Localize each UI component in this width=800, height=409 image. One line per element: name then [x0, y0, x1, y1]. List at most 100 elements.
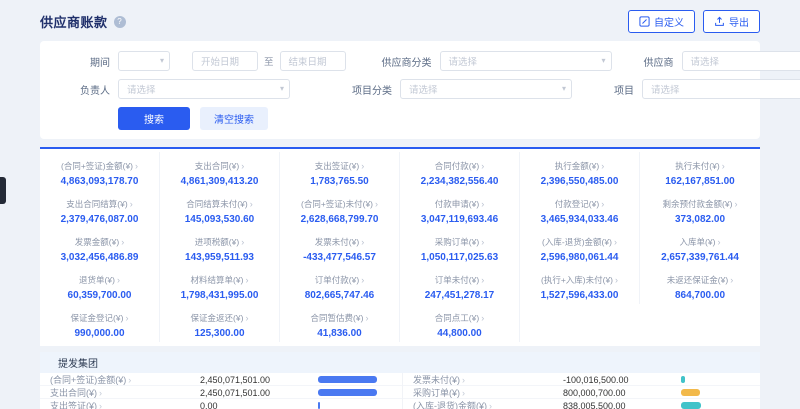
export-icon: [714, 16, 725, 27]
chevron-right-icon: ›: [462, 375, 465, 385]
metric-label[interactable]: 发票未付(¥)›: [413, 373, 563, 386]
metric-label[interactable]: (入库-退货)金额(¥)›: [413, 399, 563, 409]
export-button[interactable]: 导出: [703, 10, 760, 33]
stat-card: 剩余预付款金额(¥)›373,082.00: [640, 190, 760, 228]
select-placeholder: 请选择: [409, 82, 438, 96]
supplier-select[interactable]: 请选择▾: [682, 51, 800, 71]
stat-label[interactable]: 支出签证(¥): [315, 161, 359, 171]
stat-label[interactable]: 支出合同(¥): [195, 161, 239, 171]
search-button[interactable]: 搜索: [118, 107, 190, 130]
project-select[interactable]: 请选择▾: [642, 79, 800, 99]
chevron-right-icon: ›: [361, 161, 364, 171]
stat-label[interactable]: 发票金额(¥): [75, 237, 119, 247]
stat-value: 1,527,596,433.00: [523, 290, 636, 301]
chevron-right-icon: ›: [245, 313, 248, 323]
stat-value: 4,861,309,413.20: [163, 176, 276, 187]
project-filter-label: 项目: [594, 82, 634, 97]
stat-label[interactable]: (合同+签证)未付(¥): [301, 199, 373, 209]
stat-label[interactable]: 进项税额(¥): [195, 237, 239, 247]
project-category-select[interactable]: 请选择▾: [400, 79, 572, 99]
stat-card: 合同点工(¥)›44,800.00: [400, 304, 520, 342]
end-date-input[interactable]: 结束日期: [280, 51, 346, 71]
stat-value: 4,863,093,178.70: [43, 176, 156, 187]
metrics-column-left: (合同+签证)金额(¥)›2,450,071,501.00支出合同(¥)›2,4…: [40, 373, 403, 409]
stat-label[interactable]: 未返还保证金(¥): [667, 275, 728, 285]
chevron-right-icon: ›: [481, 161, 484, 171]
stat-label[interactable]: (入库-退货)金额(¥): [542, 237, 612, 247]
edit-square-icon: [639, 16, 650, 27]
chevron-right-icon: ›: [730, 275, 733, 285]
stat-card: 合同结算未付(¥)›145,093,530.60: [160, 190, 280, 228]
chevron-down-icon: ▾: [160, 56, 164, 65]
stat-label[interactable]: 付款登记(¥): [555, 199, 599, 209]
stat-card: 合同付款(¥)›2,234,382,556.40: [400, 152, 520, 190]
owner-select[interactable]: 请选择▾: [118, 79, 290, 99]
stat-label[interactable]: 入库单(¥): [680, 237, 716, 247]
metric-label[interactable]: (合同+签证)金额(¥)›: [50, 373, 200, 386]
metric-label[interactable]: 支出合同(¥)›: [50, 386, 200, 399]
stat-label[interactable]: 合同暂估费(¥): [311, 313, 364, 323]
stat-label[interactable]: (合同+签证)金额(¥): [61, 161, 133, 171]
chevron-right-icon: ›: [481, 237, 484, 247]
stat-label[interactable]: 付款申请(¥): [435, 199, 479, 209]
stat-card: 支出合同结算(¥)›2,379,476,087.00: [40, 190, 160, 228]
drawer-handle[interactable]: [0, 177, 6, 204]
stat-value: 2,657,339,761.44: [643, 252, 757, 263]
stat-label[interactable]: 订单未付(¥): [435, 275, 479, 285]
stat-label[interactable]: 执行金额(¥): [555, 161, 599, 171]
stat-value: 2,396,550,485.00: [523, 176, 636, 187]
stat-card: 进项税额(¥)› 143,959,511.93: [160, 228, 280, 266]
chevron-right-icon: ›: [734, 199, 737, 209]
period-select[interactable]: ▾: [118, 51, 170, 71]
metric-row: 采购订单(¥)›800,000,700.00: [403, 386, 760, 399]
stat-card: 执行金额(¥)›2,396,550,485.00: [520, 152, 640, 190]
stat-label[interactable]: 退货单(¥): [79, 275, 115, 285]
supplier-category-select[interactable]: 请选择▾: [440, 51, 612, 71]
chevron-right-icon: ›: [481, 313, 484, 323]
metric-row: (合同+签证)金额(¥)›2,450,071,501.00: [40, 373, 402, 386]
stat-card: 付款申请(¥)›3,047,119,693.46: [400, 190, 520, 228]
customize-label: 自定义: [654, 14, 684, 29]
stat-label[interactable]: 支出合同结算(¥): [66, 199, 127, 209]
stat-label[interactable]: 合同点工(¥): [435, 313, 479, 323]
chevron-right-icon: ›: [128, 375, 131, 385]
stat-value: 41,836.00: [283, 328, 396, 339]
customize-button[interactable]: 自定义: [628, 10, 695, 33]
export-label: 导出: [729, 14, 749, 29]
chevron-right-icon: ›: [99, 388, 102, 398]
stat-label[interactable]: 采购订单(¥): [435, 237, 479, 247]
chevron-right-icon: ›: [245, 275, 248, 285]
metric-label[interactable]: 支出签证(¥)›: [50, 399, 200, 409]
metric-label[interactable]: 采购订单(¥)›: [413, 386, 563, 399]
metric-bar: [681, 401, 750, 409]
group-header[interactable]: 提发集团: [40, 352, 760, 373]
page-title: 供应商账款: [40, 12, 108, 31]
supplier-category-filter-label: 供应商分类: [368, 54, 432, 69]
stat-label[interactable]: 保证金登记(¥): [71, 313, 124, 323]
metric-row: 支出签证(¥)›0.00: [40, 399, 402, 409]
stat-label[interactable]: 剩余预付款金额(¥): [663, 199, 733, 209]
stat-label[interactable]: 发票未付(¥): [315, 237, 359, 247]
stat-value: 143,959,511.93: [163, 252, 276, 263]
stat-card: 退货单(¥)›60,359,700.00: [40, 266, 160, 304]
stat-card: 订单未付(¥)›247,451,278.17: [400, 266, 520, 304]
chevron-right-icon: ›: [241, 237, 244, 247]
metric-value: 2,450,071,501.00: [200, 388, 318, 398]
chevron-right-icon: ›: [121, 237, 124, 247]
filter-panel: 期间 ▾ 开始日期 至 结束日期 供应商分类 请选择▾ 供应商 请选择▾ 负责人…: [40, 41, 760, 139]
chevron-right-icon: ›: [489, 401, 492, 409]
stat-label[interactable]: 材料结算单(¥): [191, 275, 244, 285]
stat-label[interactable]: 执行未付(¥): [675, 161, 719, 171]
owner-filter-label: 负责人: [54, 82, 110, 97]
help-icon[interactable]: ?: [114, 16, 126, 28]
stat-label[interactable]: 订单付款(¥): [315, 275, 359, 285]
stat-card: (合同+签证)金额(¥)›4,863,093,178.70: [40, 152, 160, 190]
clear-search-button[interactable]: 清空搜索: [200, 107, 268, 130]
stat-label[interactable]: 合同付款(¥): [435, 161, 479, 171]
chevron-right-icon: ›: [481, 275, 484, 285]
stats-summary-card: (合同+签证)金额(¥)›4,863,093,178.70支出合同(¥)›4,8…: [40, 147, 760, 346]
stat-label[interactable]: 合同结算未付(¥): [186, 199, 247, 209]
stat-label[interactable]: (执行+入库)未付(¥): [541, 275, 613, 285]
stat-label[interactable]: 保证金返还(¥): [191, 313, 244, 323]
start-date-input[interactable]: 开始日期: [192, 51, 258, 71]
